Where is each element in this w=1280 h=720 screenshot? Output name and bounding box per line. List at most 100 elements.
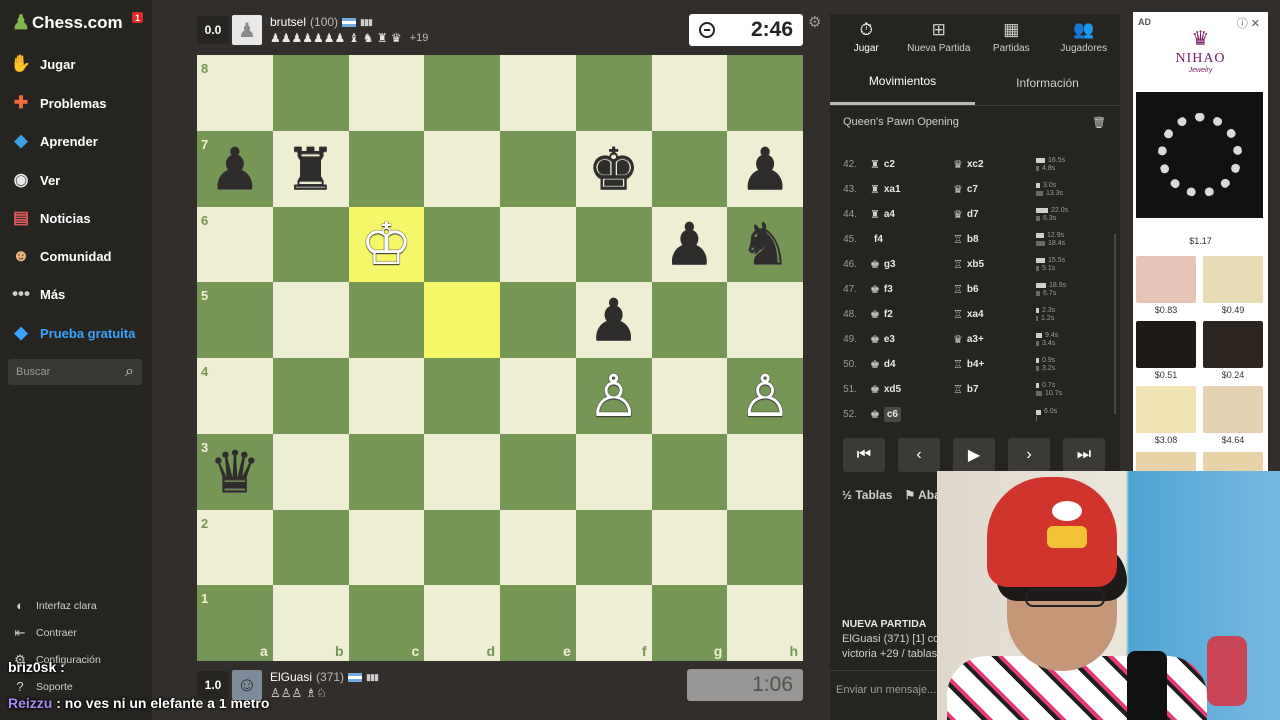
ad-thumbnail[interactable] [1136, 321, 1196, 368]
square-g4[interactable] [651, 358, 728, 434]
square-d3[interactable] [424, 433, 500, 510]
ad-thumbnail[interactable] [1136, 452, 1196, 472]
black-move[interactable]: ♖ xa4 [953, 308, 1036, 321]
white-move[interactable]: ♜ a4 [870, 208, 953, 221]
square-a1[interactable]: 1a [197, 585, 273, 661]
notification-badge[interactable]: 1 [132, 12, 143, 23]
first-move-button[interactable]: ⏮ [843, 438, 885, 472]
white-move[interactable]: ♚ c6 [870, 407, 953, 422]
ad-thumbnail[interactable] [1203, 452, 1263, 472]
square-g8[interactable] [651, 55, 728, 131]
square-d5[interactable] [424, 282, 500, 358]
last-move-button[interactable]: ⏭ [1063, 438, 1105, 472]
bottom-player-avatar[interactable]: ☺ [232, 670, 262, 700]
theme-toggle[interactable]: ◐ Interfaz clara [12, 598, 97, 613]
opening-name[interactable]: Queen's Pawn Opening [843, 116, 959, 128]
nav-item-problemas[interactable]: ✚ Problemas [10, 92, 107, 114]
piece-g6[interactable]: ♟ [663, 215, 715, 273]
tab-jugar[interactable]: ⏱ Jugar [830, 14, 903, 60]
white-move[interactable]: ♚ xd5 [870, 383, 953, 396]
black-move[interactable]: ♖ b8 [953, 233, 1036, 246]
square-b8[interactable] [272, 55, 349, 131]
square-h5[interactable] [727, 282, 803, 358]
square-d2[interactable] [424, 509, 500, 586]
search-input[interactable]: Buscar ⌕ [8, 359, 142, 385]
square-b4[interactable] [272, 358, 349, 434]
square-h3[interactable] [727, 433, 803, 510]
black-move[interactable]: ♖ xb5 [953, 258, 1036, 271]
previous-move-button[interactable]: ‹ [898, 438, 940, 472]
square-b7[interactable]: ♜ [272, 130, 349, 207]
square-a2[interactable]: 2 [197, 509, 273, 586]
ad-hero-image[interactable] [1136, 92, 1263, 218]
square-h2[interactable] [727, 509, 803, 586]
ad-thumbnail[interactable] [1136, 256, 1196, 303]
square-g3[interactable] [651, 433, 728, 510]
ad-thumbnail[interactable] [1203, 256, 1263, 303]
support-link[interactable]: ? Soporte [12, 679, 72, 694]
square-a6[interactable]: 6 [197, 206, 273, 283]
black-move[interactable]: ♖ b4+ [953, 358, 1036, 371]
square-g1[interactable]: g [651, 585, 728, 661]
white-move[interactable]: f4 [870, 234, 953, 245]
square-a7[interactable]: 7 ♟ [197, 130, 273, 207]
white-move[interactable]: ♜ xa1 [870, 183, 953, 196]
square-e5[interactable] [500, 282, 576, 358]
top-player-name[interactable]: brutsel [270, 15, 306, 29]
tab-nueva-partida[interactable]: ⊞ Nueva Partida [903, 14, 976, 60]
square-h1[interactable]: h [727, 585, 803, 661]
square-c8[interactable] [348, 55, 425, 131]
square-c5[interactable] [348, 282, 425, 358]
play-button[interactable]: ▶ [953, 438, 995, 472]
square-f5[interactable]: ♟ [575, 282, 652, 358]
piece-a7[interactable]: ♟ [209, 140, 261, 198]
piece-f5[interactable]: ♟ [588, 291, 640, 349]
white-move[interactable]: ♚ d4 [870, 358, 953, 371]
square-c6[interactable]: ♔ [348, 206, 425, 283]
nav-item-prueba-gratuita[interactable]: ◆ Prueba gratuita [10, 322, 135, 344]
black-move[interactable]: ♛ d7 [953, 208, 1036, 221]
tab-jugadores[interactable]: 👥 Jugadores [1048, 14, 1121, 60]
white-move[interactable]: ♚ f3 [870, 283, 953, 296]
piece-c6[interactable]: ♔ [360, 215, 412, 273]
white-move[interactable]: ♚ g3 [870, 258, 953, 271]
subtab-movimientos[interactable]: Movimientos [830, 60, 975, 105]
square-e2[interactable] [500, 509, 576, 586]
square-d7[interactable] [424, 130, 500, 207]
square-h6[interactable]: ♞ [727, 206, 803, 283]
piece-h4[interactable]: ♙ [739, 367, 791, 425]
piece-b7[interactable]: ♜ [285, 140, 337, 198]
square-f8[interactable] [575, 55, 652, 131]
square-f2[interactable] [575, 509, 652, 586]
square-c1[interactable]: c [348, 585, 425, 661]
ad-thumbnail[interactable] [1203, 386, 1263, 433]
square-e4[interactable] [500, 358, 576, 434]
square-b5[interactable] [272, 282, 349, 358]
square-h8[interactable] [727, 55, 803, 131]
square-e7[interactable] [500, 130, 576, 207]
square-e6[interactable] [500, 206, 576, 283]
nav-item-aprender[interactable]: ◆ Aprender [10, 130, 97, 152]
chat-input[interactable]: Enviar un mensaje... [836, 684, 936, 696]
black-move[interactable]: ♖ b6 [953, 283, 1036, 296]
move-list-scrollbar[interactable] [1114, 234, 1116, 414]
square-h7[interactable]: ♟ [727, 130, 803, 207]
tab-partidas[interactable]: ▦ Partidas [975, 14, 1048, 60]
square-c2[interactable] [348, 509, 425, 586]
white-move[interactable]: ♚ f2 [870, 308, 953, 321]
square-f4[interactable]: ♙ [575, 358, 652, 434]
bottom-player-name[interactable]: ElGuasi [270, 670, 312, 684]
piece-f4[interactable]: ♙ [588, 367, 640, 425]
black-move[interactable]: ♛ xc2 [953, 158, 1036, 171]
white-move[interactable]: ♜ c2 [870, 158, 953, 171]
trash-icon[interactable]: 🗑 [1092, 116, 1106, 129]
subtab-informacion[interactable]: Información [975, 60, 1120, 105]
square-f3[interactable] [575, 433, 652, 510]
square-d4[interactable] [424, 358, 500, 434]
black-move[interactable]: ♖ b7 [953, 383, 1036, 396]
square-a8[interactable]: 8 [197, 55, 273, 131]
square-d1[interactable]: d [424, 585, 500, 661]
square-b2[interactable] [272, 509, 349, 586]
square-g5[interactable] [651, 282, 728, 358]
ad-thumbnail[interactable] [1203, 321, 1263, 368]
